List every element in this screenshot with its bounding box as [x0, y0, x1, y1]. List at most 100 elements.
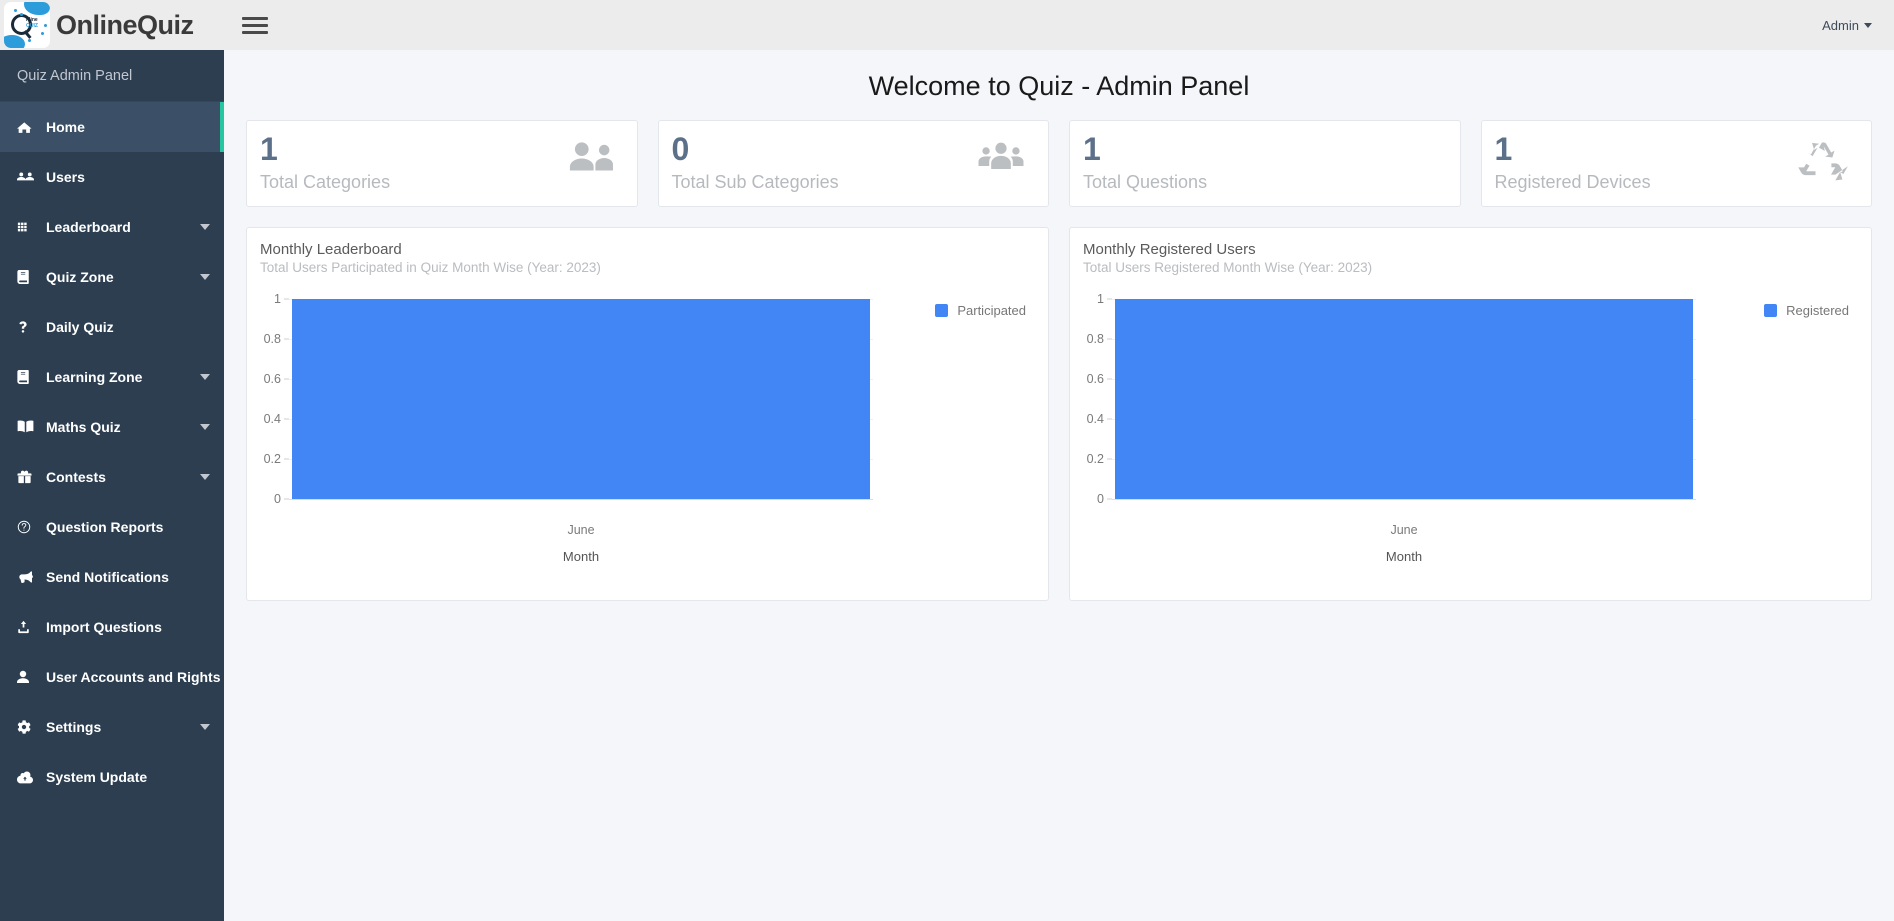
chart-card-monthly-registered-users: Monthly Registered Users Total Users Regi…: [1069, 227, 1872, 601]
top-navbar: nline QUIZ OnlineQuiz Admin: [0, 0, 1894, 50]
sidebar-item-label: Contests: [46, 469, 106, 485]
chart-canvas: 1 0.8 0.6 0.4 0.2 0 June Month: [264, 292, 873, 564]
sidebar-item-label: Users: [46, 169, 85, 185]
tick-mark: [1107, 338, 1112, 340]
bar[interactable]: [291, 299, 871, 499]
y-axis-tick-label: 1: [274, 292, 281, 306]
sidebar-item-question-reports[interactable]: Question Reports: [0, 502, 224, 552]
sidebar-item-daily-quiz[interactable]: Daily Quiz: [0, 302, 224, 352]
sidebar-item-users[interactable]: Users: [0, 152, 224, 202]
chart-plot-area: Registered 1 0.8 0.6 0.4 0.2 0 June Month: [1070, 281, 1871, 581]
grid-icon: [17, 220, 39, 234]
onlinequiz-logo-icon: nline QUIZ: [4, 2, 50, 48]
chart-plot-area: Participated 1 0.8 0.6 0.4 0.2 0 June Month: [247, 281, 1048, 581]
sidebar-item-label: Send Notifications: [46, 569, 169, 585]
sidebar-item-contests[interactable]: Contests: [0, 452, 224, 502]
chevron-down-icon[interactable]: [200, 474, 210, 480]
stat-label: Total Questions: [1083, 171, 1208, 192]
chart-legend: Registered: [1764, 303, 1849, 318]
book-icon: [17, 370, 39, 384]
brand-area[interactable]: nline QUIZ OnlineQuiz: [0, 0, 224, 50]
user-menu[interactable]: Admin: [1822, 18, 1894, 33]
question-circle-icon: [17, 520, 39, 534]
tick-mark: [1107, 298, 1112, 300]
question-icon: [17, 320, 39, 334]
x-axis-title: Month: [562, 549, 600, 564]
stat-card-total-questions[interactable]: 1 Total Questions: [1069, 120, 1461, 207]
user-menu-label: Admin: [1822, 17, 1859, 33]
chart-subtitle: Total Users Participated in Quiz Month W…: [260, 260, 601, 275]
sidebar-item-system-update[interactable]: System Update: [0, 752, 224, 802]
chevron-down-icon[interactable]: [200, 724, 210, 730]
legend-swatch-icon: [1764, 304, 1778, 317]
chevron-down-icon[interactable]: [200, 224, 210, 230]
y-axis-tick-label: 0.4: [263, 412, 281, 426]
stat-card-registered-devices[interactable]: 1 Registered Devices: [1480, 120, 1872, 207]
upload-icon: [17, 620, 39, 634]
sidebar-item-label: Question Reports: [46, 519, 164, 535]
x-axis-tick-label: June: [567, 523, 595, 537]
hamburger-icon[interactable]: [242, 12, 268, 38]
tick-mark: [1107, 458, 1112, 460]
sidebar-item-label: Settings: [46, 719, 102, 735]
sidebar-item-send-notifications[interactable]: Send Notifications: [0, 552, 224, 602]
sidebar-item-label: Quiz Zone: [46, 269, 114, 285]
sidebar-item-label: Leaderboard: [46, 219, 131, 235]
sidebar-nav: Home Users Leaderboard Quiz Zone Daily Quiz L…: [0, 102, 224, 802]
book-icon: [17, 270, 39, 284]
chevron-down-icon[interactable]: [200, 424, 210, 430]
stat-card-total-sub-categories[interactable]: 0 Total Sub Categories: [657, 120, 1049, 207]
tick-mark: [284, 338, 289, 340]
sidebar-item-import-questions[interactable]: Import Questions: [0, 602, 224, 652]
y-axis-tick-label: 0: [274, 492, 281, 506]
sidebar-item-user-accounts-and-rights[interactable]: User Accounts and Rights: [0, 652, 224, 702]
two-users-icon: [560, 136, 622, 186]
chart-title: Monthly Leaderboard: [260, 241, 402, 258]
y-axis-tick-label: 1: [1097, 292, 1104, 306]
sidebar-item-maths-quiz[interactable]: Maths Quiz: [0, 402, 224, 452]
bar[interactable]: [1114, 299, 1694, 499]
sidebar-item-home[interactable]: Home: [0, 102, 224, 152]
three-users-icon: [969, 136, 1033, 186]
y-axis-tick-label: 0.6: [1086, 372, 1104, 386]
sidebar-item-settings[interactable]: Settings: [0, 702, 224, 752]
recycle-icon: [1794, 136, 1856, 193]
sidebar-item-label: Daily Quiz: [46, 319, 114, 335]
tick-mark: [284, 498, 289, 500]
open-book-icon: [17, 420, 39, 434]
chevron-down-icon: [1864, 22, 1872, 28]
chevron-down-icon[interactable]: [200, 374, 210, 380]
tick-mark: [284, 418, 289, 420]
page-title: Welcome to Quiz - Admin Panel: [868, 71, 1250, 101]
sidebar-item-label: Learning Zone: [46, 369, 143, 385]
y-axis-tick-label: 0.6: [263, 372, 281, 386]
user-icon: [17, 670, 39, 684]
y-axis-tick-label: 0.8: [1086, 332, 1104, 346]
legend-swatch-icon: [935, 304, 949, 317]
stat-value: 1: [1083, 131, 1101, 167]
sidebar-item-leaderboard[interactable]: Leaderboard: [0, 202, 224, 252]
y-axis-tick-label: 0.2: [263, 452, 281, 466]
chart-card-monthly-leaderboard: Monthly Leaderboard Total Users Participa…: [246, 227, 1049, 601]
stat-card-total-categories[interactable]: 1 Total Categories: [246, 120, 638, 207]
sidebar-item-label: Maths Quiz: [46, 419, 121, 435]
gridline: [289, 499, 873, 500]
sidebar-item-label: User Accounts and Rights: [46, 669, 221, 685]
question-circle-icon: [1431, 136, 1445, 155]
y-axis-tick-label: 0.2: [1086, 452, 1104, 466]
sidebar-item-quiz-zone[interactable]: Quiz Zone: [0, 252, 224, 302]
sidebar-item-learning-zone[interactable]: Learning Zone: [0, 352, 224, 402]
tick-mark: [1107, 378, 1112, 380]
charts-row: Monthly Leaderboard Total Users Participa…: [224, 207, 1894, 601]
legend-label: Registered: [1786, 303, 1849, 318]
gear-icon: [17, 720, 39, 734]
y-axis-tick-label: 0.4: [1086, 412, 1104, 426]
x-axis-tick-label: June: [1390, 523, 1418, 537]
x-axis-title: Month: [1385, 549, 1423, 564]
megaphone-icon: [17, 570, 39, 584]
sidebar-item-label: Home: [46, 119, 85, 135]
y-axis-tick-label: 0.8: [263, 332, 281, 346]
sidebar-header: Quiz Admin Panel: [0, 50, 224, 102]
chevron-down-icon[interactable]: [200, 274, 210, 280]
main-content: Welcome to Quiz - Admin Panel 1 Total Cat…: [224, 50, 1894, 921]
